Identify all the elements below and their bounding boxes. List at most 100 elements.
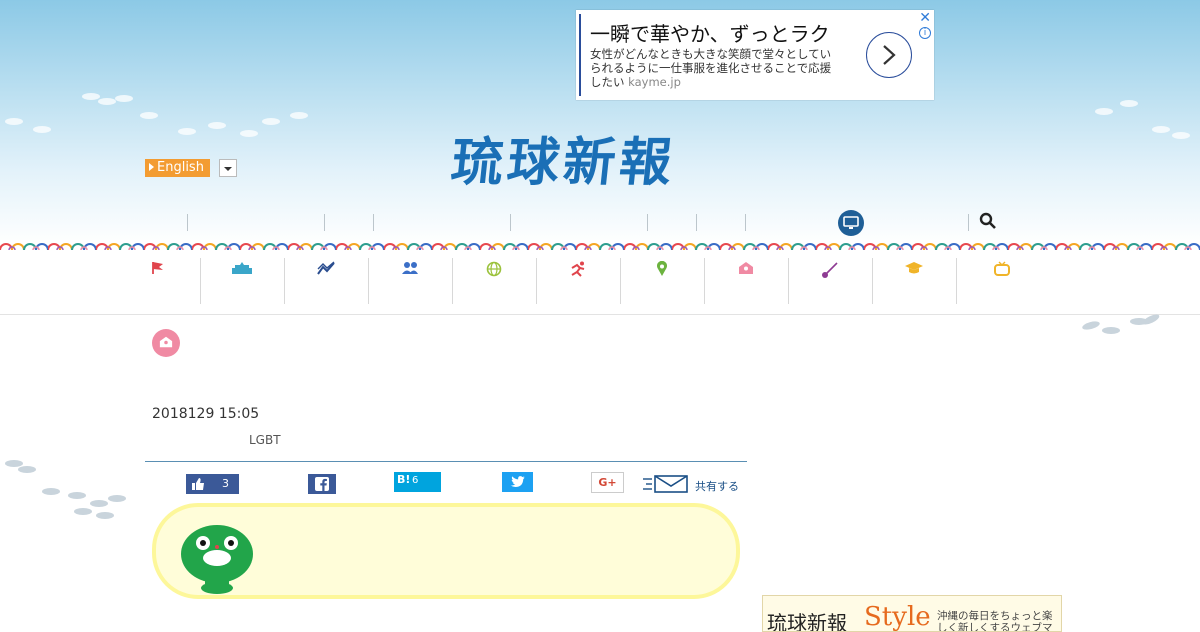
english-button-label: English — [157, 160, 204, 175]
like-count: 3 — [222, 477, 229, 490]
category-item[interactable] — [872, 258, 957, 304]
ad-accent-bar — [579, 14, 581, 96]
fish-decoration — [5, 118, 23, 125]
flag-icon — [152, 262, 163, 274]
twitter-bird-icon — [510, 476, 525, 487]
fish-decoration — [1172, 132, 1190, 139]
desktop-view-button[interactable] — [838, 210, 864, 236]
banner-tagline: 沖縄の毎日をちょっと楽しく新しくするウェブマガジン — [937, 610, 1053, 632]
ad-close-icon[interactable]: ✕ — [919, 10, 931, 26]
mail-share-button[interactable]: 共有する — [642, 474, 747, 494]
parliament-icon — [232, 262, 252, 274]
fish-decoration — [108, 495, 126, 502]
hatena-icon: B! — [397, 473, 411, 486]
ad-body[interactable]: 女性がどんなときも大きな笑顔で堂々としていられるように一仕事服を進化させることで… — [590, 47, 840, 89]
fish-decoration — [82, 93, 100, 100]
category-item[interactable] — [704, 258, 789, 304]
banner-style-word: Style — [864, 602, 931, 632]
article-divider — [145, 461, 747, 462]
sanshin-icon — [822, 262, 838, 278]
fish-decoration — [42, 488, 60, 495]
fish-decoration — [1081, 319, 1101, 332]
category-nav — [0, 250, 1200, 315]
english-button[interactable]: English — [145, 159, 210, 177]
language-dropdown-button[interactable] — [218, 159, 237, 177]
graduation-cap-icon — [905, 262, 923, 274]
category-item[interactable] — [960, 258, 1044, 304]
fish-decoration — [178, 128, 196, 135]
nav-separator — [373, 214, 374, 231]
facebook-icon — [315, 477, 329, 491]
search-icon — [979, 212, 996, 229]
nav-separator — [647, 214, 648, 231]
thumbs-up-icon — [192, 478, 204, 490]
chart-icon — [317, 261, 335, 275]
monitor-icon — [843, 216, 859, 229]
fish-decoration — [240, 130, 258, 137]
ad-info-icon[interactable]: i — [919, 27, 931, 39]
category-item[interactable] — [452, 258, 537, 304]
facebook-like-button[interactable]: 3 — [186, 474, 239, 494]
ornament-band — [0, 240, 1200, 250]
category-item[interactable] — [116, 258, 201, 304]
nav-separator — [696, 214, 697, 231]
play-triangle-icon — [149, 163, 154, 171]
category-item[interactable] — [788, 258, 873, 304]
fish-decoration — [98, 98, 116, 105]
fish-decoration — [1120, 100, 1138, 107]
language-switcher: English — [145, 159, 237, 177]
ad-body-text: 女性がどんなときも大きな笑顔で堂々としていられるように一仕事服を進化させることで… — [590, 47, 832, 89]
nav-separator — [324, 214, 325, 231]
twitter-share-button[interactable] — [502, 472, 533, 492]
pin-icon — [657, 261, 667, 276]
category-item[interactable] — [620, 258, 705, 304]
mascot-character — [181, 525, 253, 594]
fish-decoration — [290, 112, 308, 119]
hatena-bookmark-button[interactable]: B! 6 — [394, 472, 441, 492]
fish-decoration — [1152, 126, 1170, 133]
nav-separator — [510, 214, 511, 231]
fish-decoration — [68, 492, 86, 499]
category-item[interactable] — [200, 258, 285, 304]
category-item[interactable] — [536, 258, 621, 304]
banner-brand: 琉球新報 — [767, 611, 847, 632]
category-item[interactable] — [368, 258, 453, 304]
site-logo[interactable]: 琉球新報 — [448, 120, 680, 195]
fish-decoration — [140, 112, 158, 119]
advertisement[interactable]: 一瞬で華やか、ずっとラク 女性がどんなときも大きな笑顔で堂々としていられるように… — [576, 10, 934, 100]
fish-decoration — [208, 122, 226, 129]
people-icon — [402, 262, 418, 274]
article-date: 2018129 15:05 — [152, 406, 260, 422]
fish-decoration — [18, 466, 36, 473]
google-plus-button[interactable]: G+ — [591, 472, 624, 493]
fish-decoration — [1102, 327, 1120, 334]
tv-icon — [994, 261, 1010, 276]
hatena-count: 6 — [412, 475, 419, 486]
fish-decoration — [33, 126, 51, 133]
article-category-badge[interactable] — [152, 329, 180, 357]
ad-next-button[interactable] — [866, 32, 912, 78]
category-item[interactable] — [284, 258, 369, 304]
facebook-share-button[interactable] — [308, 474, 336, 494]
article-tag[interactable]: LGBT — [249, 433, 281, 447]
fish-decoration — [115, 95, 133, 102]
ad-title[interactable]: 一瞬で華やか、ずっとラク — [590, 18, 830, 47]
ryukyu-style-banner[interactable]: 琉球新報 Style 沖縄の毎日をちょっと楽しく新しくするウェブマガジン — [762, 595, 1062, 632]
search-button[interactable] — [979, 212, 997, 234]
ad-domain: kayme.jp — [628, 75, 681, 89]
house-icon — [159, 336, 173, 348]
nav-separator — [968, 214, 969, 231]
fish-decoration — [262, 118, 280, 125]
nav-separator — [745, 214, 746, 231]
runner-icon — [571, 261, 585, 277]
fish-decoration — [74, 508, 92, 515]
globe-icon — [486, 261, 502, 277]
fish-decoration — [96, 512, 114, 519]
chevron-right-icon — [883, 45, 896, 65]
fish-decoration — [1095, 108, 1113, 115]
fish-decoration — [90, 500, 108, 507]
nav-separator — [187, 214, 188, 231]
mail-share-label: 共有する — [695, 480, 739, 493]
mail-icon — [643, 475, 688, 493]
house-icon — [739, 262, 753, 274]
